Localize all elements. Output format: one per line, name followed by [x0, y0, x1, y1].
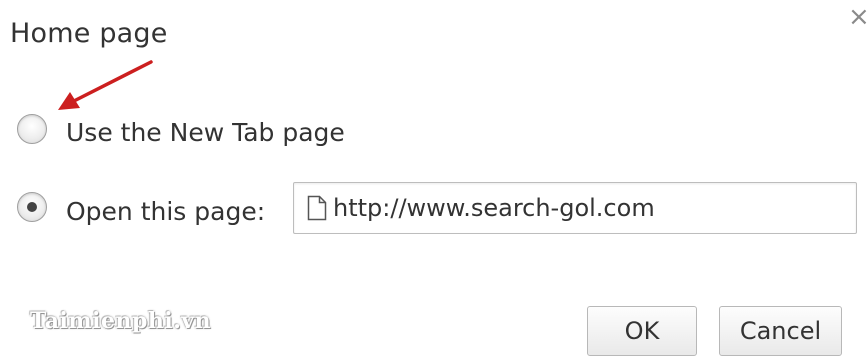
radio-new-tab-page-label[interactable]: Use the New Tab page — [66, 118, 345, 147]
radio-new-tab-page[interactable] — [17, 114, 47, 144]
dialog-title: Home page — [10, 18, 168, 49]
page-icon — [307, 195, 327, 221]
radio-open-this-page[interactable] — [17, 192, 47, 222]
watermark-logo: Taimienphi.vn — [30, 308, 212, 334]
url-value: http://www.search-gol.com — [333, 194, 655, 222]
home-page-url-input[interactable]: http://www.search-gol.com — [293, 182, 857, 234]
radio-open-this-page-label[interactable]: Open this page: — [66, 197, 265, 226]
ok-button[interactable]: OK — [587, 306, 697, 356]
red-arrow-annotation — [58, 60, 153, 110]
close-icon[interactable]: × — [848, 4, 867, 30]
radio-selected-dot — [27, 202, 37, 212]
home-page-dialog: Home page × Use the New Tab page Open th… — [0, 0, 867, 356]
cancel-button[interactable]: Cancel — [719, 306, 842, 356]
